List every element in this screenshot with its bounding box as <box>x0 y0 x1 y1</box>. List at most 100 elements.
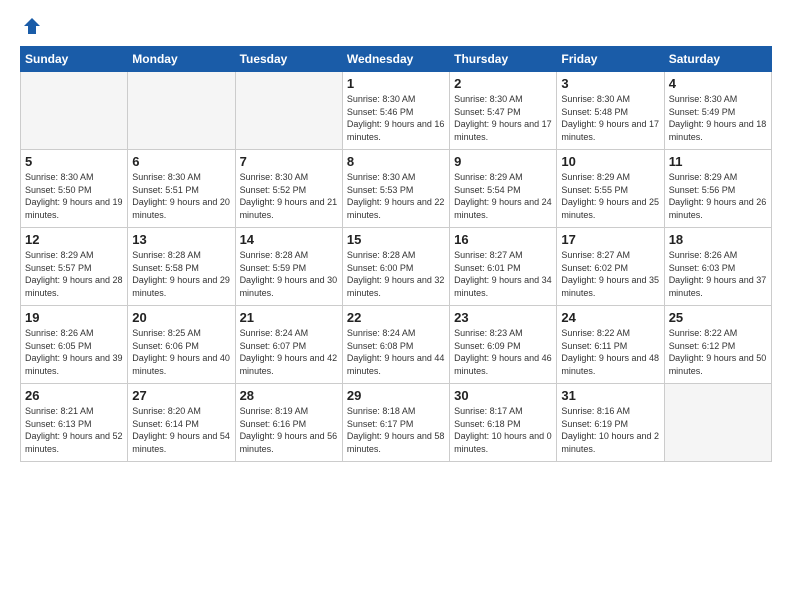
day-number: 28 <box>240 388 338 403</box>
day-info: Sunrise: 8:30 AM Sunset: 5:52 PM Dayligh… <box>240 171 338 221</box>
day-number: 6 <box>132 154 230 169</box>
day-number: 8 <box>347 154 445 169</box>
day-info: Sunrise: 8:30 AM Sunset: 5:51 PM Dayligh… <box>132 171 230 221</box>
day-info: Sunrise: 8:20 AM Sunset: 6:14 PM Dayligh… <box>132 405 230 455</box>
day-info: Sunrise: 8:17 AM Sunset: 6:18 PM Dayligh… <box>454 405 552 455</box>
calendar-cell: 2 Sunrise: 8:30 AM Sunset: 5:47 PM Daylig… <box>450 72 557 150</box>
calendar-table: SundayMondayTuesdayWednesdayThursdayFrid… <box>20 46 772 462</box>
day-info: Sunrise: 8:23 AM Sunset: 6:09 PM Dayligh… <box>454 327 552 377</box>
day-info: Sunrise: 8:28 AM Sunset: 5:59 PM Dayligh… <box>240 249 338 299</box>
day-info: Sunrise: 8:22 AM Sunset: 6:11 PM Dayligh… <box>561 327 659 377</box>
day-info: Sunrise: 8:25 AM Sunset: 6:06 PM Dayligh… <box>132 327 230 377</box>
day-info: Sunrise: 8:28 AM Sunset: 6:00 PM Dayligh… <box>347 249 445 299</box>
weekday-header: Sunday <box>21 47 128 72</box>
day-info: Sunrise: 8:26 AM Sunset: 6:05 PM Dayligh… <box>25 327 123 377</box>
calendar-cell: 18 Sunrise: 8:26 AM Sunset: 6:03 PM Dayli… <box>664 228 771 306</box>
day-info: Sunrise: 8:30 AM Sunset: 5:50 PM Dayligh… <box>25 171 123 221</box>
day-info: Sunrise: 8:29 AM Sunset: 5:54 PM Dayligh… <box>454 171 552 221</box>
day-info: Sunrise: 8:16 AM Sunset: 6:19 PM Dayligh… <box>561 405 659 455</box>
calendar-cell: 14 Sunrise: 8:28 AM Sunset: 5:59 PM Dayli… <box>235 228 342 306</box>
day-number: 2 <box>454 76 552 91</box>
day-number: 4 <box>669 76 767 91</box>
calendar-week-row: 19Sunrise: 8:26 AM Sunset: 6:05 PM Dayli… <box>21 306 772 384</box>
day-number: 1 <box>347 76 445 91</box>
day-info: Sunrise: 8:24 AM Sunset: 6:07 PM Dayligh… <box>240 327 338 377</box>
day-info: Sunrise: 8:30 AM Sunset: 5:48 PM Dayligh… <box>561 93 659 143</box>
weekday-header: Wednesday <box>342 47 449 72</box>
weekday-header: Monday <box>128 47 235 72</box>
day-info: Sunrise: 8:26 AM Sunset: 6:03 PM Dayligh… <box>669 249 767 299</box>
weekday-header: Saturday <box>664 47 771 72</box>
day-info: Sunrise: 8:29 AM Sunset: 5:56 PM Dayligh… <box>669 171 767 221</box>
calendar-week-row: 5 Sunrise: 8:30 AM Sunset: 5:50 PM Daylig… <box>21 150 772 228</box>
day-number: 29 <box>347 388 445 403</box>
calendar-cell: 27 Sunrise: 8:20 AM Sunset: 6:14 PM Dayli… <box>128 384 235 462</box>
day-number: 23 <box>454 310 552 325</box>
calendar-cell: 24 Sunrise: 8:22 AM Sunset: 6:11 PM Dayli… <box>557 306 664 384</box>
calendar-cell: 4 Sunrise: 8:30 AM Sunset: 5:49 PM Daylig… <box>664 72 771 150</box>
calendar-cell <box>128 72 235 150</box>
day-number: 10 <box>561 154 659 169</box>
calendar-cell: 12 Sunrise: 8:29 AM Sunset: 5:57 PM Dayli… <box>21 228 128 306</box>
day-number: 13 <box>132 232 230 247</box>
weekday-header: Friday <box>557 47 664 72</box>
calendar-week-row: 26 Sunrise: 8:21 AM Sunset: 6:13 PM Dayli… <box>21 384 772 462</box>
day-info: Sunrise: 8:27 AM Sunset: 6:02 PM Dayligh… <box>561 249 659 299</box>
calendar-week-row: 12 Sunrise: 8:29 AM Sunset: 5:57 PM Dayli… <box>21 228 772 306</box>
calendar-cell: 7 Sunrise: 8:30 AM Sunset: 5:52 PM Daylig… <box>235 150 342 228</box>
calendar-cell: 11Sunrise: 8:29 AM Sunset: 5:56 PM Dayli… <box>664 150 771 228</box>
day-number: 7 <box>240 154 338 169</box>
calendar-cell: 29Sunrise: 8:18 AM Sunset: 6:17 PM Dayli… <box>342 384 449 462</box>
day-number: 14 <box>240 232 338 247</box>
calendar-cell <box>21 72 128 150</box>
page-container: SundayMondayTuesdayWednesdayThursdayFrid… <box>0 0 792 472</box>
day-number: 12 <box>25 232 123 247</box>
day-number: 16 <box>454 232 552 247</box>
calendar-cell: 25 Sunrise: 8:22 AM Sunset: 6:12 PM Dayli… <box>664 306 771 384</box>
day-number: 24 <box>561 310 659 325</box>
day-number: 25 <box>669 310 767 325</box>
day-number: 9 <box>454 154 552 169</box>
calendar-cell: 8 Sunrise: 8:30 AM Sunset: 5:53 PM Daylig… <box>342 150 449 228</box>
calendar-header-row: SundayMondayTuesdayWednesdayThursdayFrid… <box>21 47 772 72</box>
calendar-cell: 30Sunrise: 8:17 AM Sunset: 6:18 PM Dayli… <box>450 384 557 462</box>
day-info: Sunrise: 8:30 AM Sunset: 5:46 PM Dayligh… <box>347 93 445 143</box>
day-number: 31 <box>561 388 659 403</box>
logo-icon <box>22 16 42 36</box>
calendar-cell: 31 Sunrise: 8:16 AM Sunset: 6:19 PM Dayli… <box>557 384 664 462</box>
calendar-cell: 20 Sunrise: 8:25 AM Sunset: 6:06 PM Dayli… <box>128 306 235 384</box>
day-info: Sunrise: 8:24 AM Sunset: 6:08 PM Dayligh… <box>347 327 445 377</box>
day-info: Sunrise: 8:30 AM Sunset: 5:47 PM Dayligh… <box>454 93 552 143</box>
calendar-cell: 23 Sunrise: 8:23 AM Sunset: 6:09 PM Dayli… <box>450 306 557 384</box>
day-number: 27 <box>132 388 230 403</box>
day-info: Sunrise: 8:22 AM Sunset: 6:12 PM Dayligh… <box>669 327 767 377</box>
day-number: 20 <box>132 310 230 325</box>
calendar-cell: 21 Sunrise: 8:24 AM Sunset: 6:07 PM Dayli… <box>235 306 342 384</box>
day-info: Sunrise: 8:21 AM Sunset: 6:13 PM Dayligh… <box>25 405 123 455</box>
calendar-cell: 22Sunrise: 8:24 AM Sunset: 6:08 PM Dayli… <box>342 306 449 384</box>
calendar-cell: 10Sunrise: 8:29 AM Sunset: 5:55 PM Dayli… <box>557 150 664 228</box>
day-number: 15 <box>347 232 445 247</box>
day-number: 5 <box>25 154 123 169</box>
calendar-cell: 15 Sunrise: 8:28 AM Sunset: 6:00 PM Dayli… <box>342 228 449 306</box>
weekday-header: Tuesday <box>235 47 342 72</box>
day-number: 21 <box>240 310 338 325</box>
day-info: Sunrise: 8:29 AM Sunset: 5:57 PM Dayligh… <box>25 249 123 299</box>
calendar-cell: 17Sunrise: 8:27 AM Sunset: 6:02 PM Dayli… <box>557 228 664 306</box>
day-info: Sunrise: 8:30 AM Sunset: 5:53 PM Dayligh… <box>347 171 445 221</box>
calendar-cell: 5 Sunrise: 8:30 AM Sunset: 5:50 PM Daylig… <box>21 150 128 228</box>
day-number: 26 <box>25 388 123 403</box>
calendar-cell: 9 Sunrise: 8:29 AM Sunset: 5:54 PM Daylig… <box>450 150 557 228</box>
calendar-cell <box>235 72 342 150</box>
day-info: Sunrise: 8:30 AM Sunset: 5:49 PM Dayligh… <box>669 93 767 143</box>
day-number: 18 <box>669 232 767 247</box>
calendar-cell <box>664 384 771 462</box>
calendar-cell: 16Sunrise: 8:27 AM Sunset: 6:01 PM Dayli… <box>450 228 557 306</box>
calendar-cell: 26 Sunrise: 8:21 AM Sunset: 6:13 PM Dayli… <box>21 384 128 462</box>
header <box>20 16 772 38</box>
day-info: Sunrise: 8:28 AM Sunset: 5:58 PM Dayligh… <box>132 249 230 299</box>
calendar-week-row: 1 Sunrise: 8:30 AM Sunset: 5:46 PM Daylig… <box>21 72 772 150</box>
day-info: Sunrise: 8:19 AM Sunset: 6:16 PM Dayligh… <box>240 405 338 455</box>
calendar-cell: 19Sunrise: 8:26 AM Sunset: 6:05 PM Dayli… <box>21 306 128 384</box>
calendar-cell: 28 Sunrise: 8:19 AM Sunset: 6:16 PM Dayli… <box>235 384 342 462</box>
